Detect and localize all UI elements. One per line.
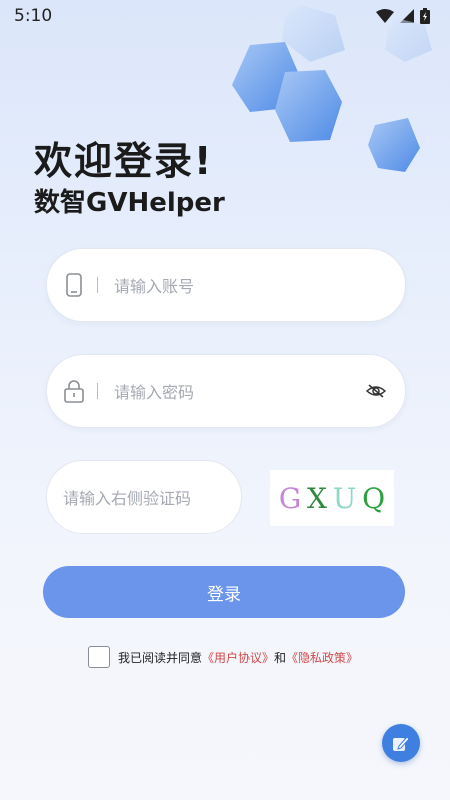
captcha-char: Q: [362, 481, 386, 515]
password-input[interactable]: 请输入密码: [114, 379, 365, 403]
captcha-char: X: [307, 481, 327, 515]
status-icons: [376, 8, 430, 24]
status-time: 5:10: [14, 6, 53, 26]
signal-icon: [400, 9, 414, 23]
agreement-and: 和: [274, 650, 287, 665]
password-field[interactable]: 请输入密码: [46, 354, 406, 428]
captcha-char: U: [332, 481, 357, 515]
agreement-row: 我已阅读并同意 《用户协议》 和 《隐私政策》: [88, 646, 358, 668]
captcha-input[interactable]: 请输入右侧验证码: [63, 485, 191, 509]
wifi-icon: [376, 9, 394, 23]
account-input[interactable]: 请输入账号: [114, 273, 405, 297]
captcha-image[interactable]: G X U Q: [270, 470, 394, 526]
captcha-char: G: [278, 481, 302, 515]
captcha-field[interactable]: 请输入右侧验证码: [46, 460, 242, 534]
account-field[interactable]: 请输入账号: [46, 248, 406, 322]
lock-icon: [63, 378, 85, 404]
eye-off-icon[interactable]: [365, 380, 387, 402]
edit-icon: [393, 736, 410, 751]
status-bar: 5:10: [0, 0, 450, 32]
phone-icon: [63, 272, 85, 298]
user-agreement-link[interactable]: 《用户协议》: [202, 649, 274, 666]
battery-icon: [420, 8, 430, 24]
privacy-policy-link[interactable]: 《隐私政策》: [286, 649, 358, 666]
field-separator: [97, 277, 98, 293]
login-button[interactable]: 登录: [43, 566, 405, 618]
app-name: 数智GVHelper: [34, 188, 225, 218]
field-separator: [97, 383, 98, 399]
floating-edit-button[interactable]: [382, 724, 420, 762]
agreement-checkbox[interactable]: [88, 646, 110, 668]
agreement-prefix: 我已阅读并同意: [118, 650, 203, 665]
page-title: 欢迎登录!: [34, 139, 214, 183]
